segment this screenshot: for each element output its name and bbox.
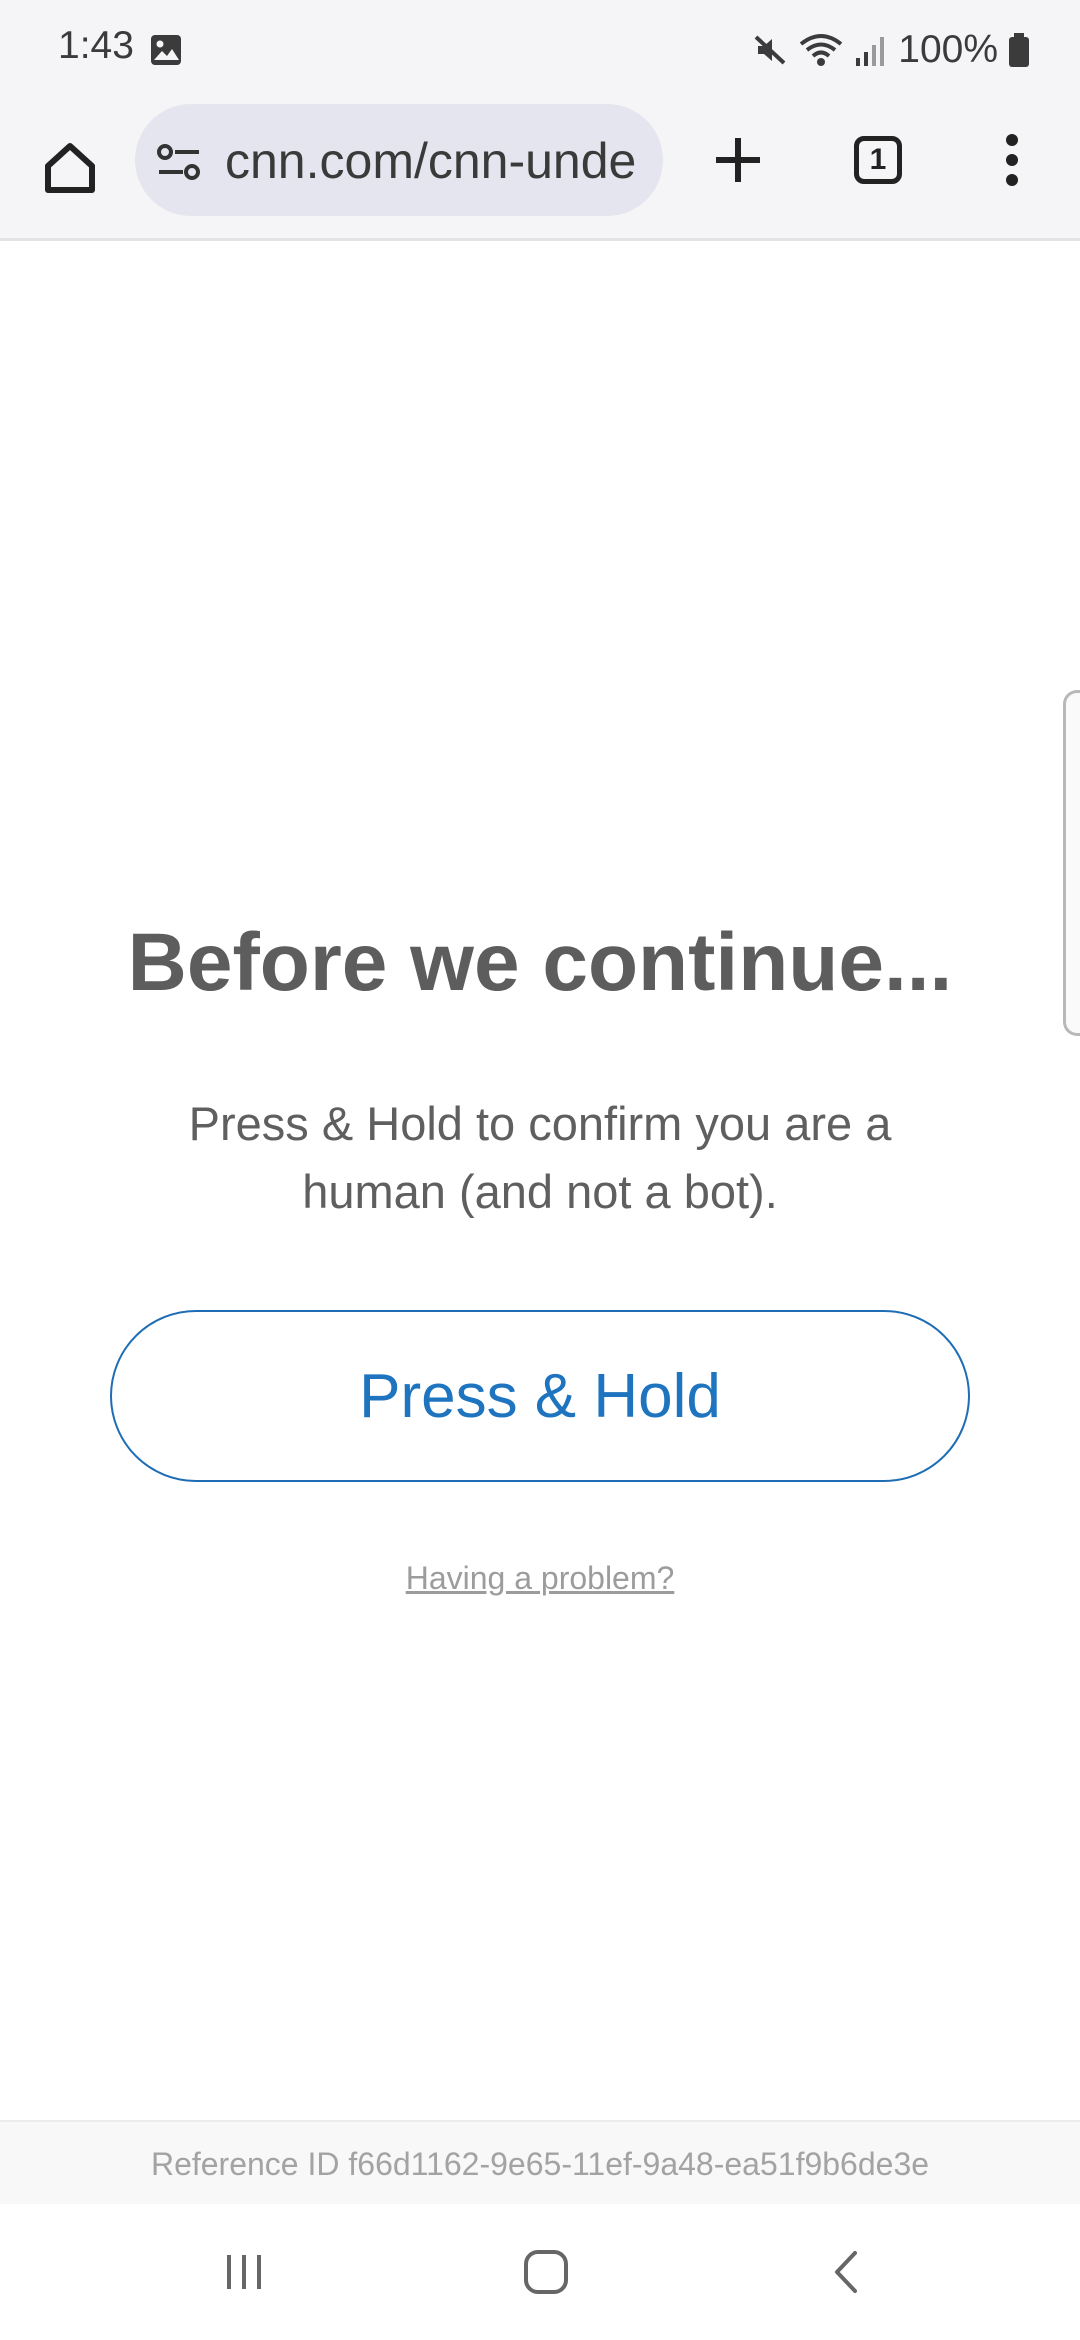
back-icon xyxy=(835,2251,857,2293)
tab-switcher-button[interactable]: 1 xyxy=(838,120,918,200)
gallery-notification-icon xyxy=(151,35,181,65)
mute-icon xyxy=(754,35,786,65)
reference-id-text: Reference ID f66d1162-9e65-11ef-9a48-ea5… xyxy=(150,2145,930,2182)
more-menu-button[interactable] xyxy=(972,120,1052,200)
page-title: Before we continue... xyxy=(127,917,953,1008)
status-bar: 1:43 100% xyxy=(0,0,1080,98)
home-icon xyxy=(45,143,95,193)
signal-icon xyxy=(856,37,885,66)
tab-switcher-icon: 1 xyxy=(854,136,902,184)
site-settings-icon[interactable] xyxy=(155,142,203,182)
plus-icon xyxy=(716,138,760,182)
home-button[interactable] xyxy=(30,128,110,208)
system-nav-bar xyxy=(0,2204,1080,2340)
status-time: 1:43 xyxy=(58,24,134,67)
home-nav-icon xyxy=(524,2250,568,2294)
battery-icon xyxy=(1009,33,1029,67)
browser-toolbar: cnn.com/cnn-unde 1 xyxy=(0,98,1080,241)
recent-apps-button[interactable] xyxy=(204,2232,284,2312)
more-vert-icon xyxy=(1006,134,1018,186)
url-text[interactable]: cnn.com/cnn-unde xyxy=(225,132,645,190)
new-tab-button[interactable] xyxy=(698,120,778,200)
battery-percentage: 100% xyxy=(898,28,998,71)
having-problem-link[interactable]: Having a problem? xyxy=(0,1560,1080,1597)
recent-apps-icon xyxy=(227,2255,261,2289)
instruction-text: Press & Hold to confirm you are a human … xyxy=(188,1097,892,1218)
back-button[interactable] xyxy=(808,2232,888,2312)
reference-id-bar: Reference ID f66d1162-9e65-11ef-9a48-ea5… xyxy=(0,2120,1080,2206)
status-indicators: 100% xyxy=(752,22,1030,78)
home-nav-button[interactable] xyxy=(506,2232,586,2312)
wifi-icon xyxy=(800,34,843,66)
address-bar[interactable]: cnn.com/cnn-unde xyxy=(135,104,663,216)
press-and-hold-button[interactable]: Press & Hold xyxy=(110,1310,970,1482)
